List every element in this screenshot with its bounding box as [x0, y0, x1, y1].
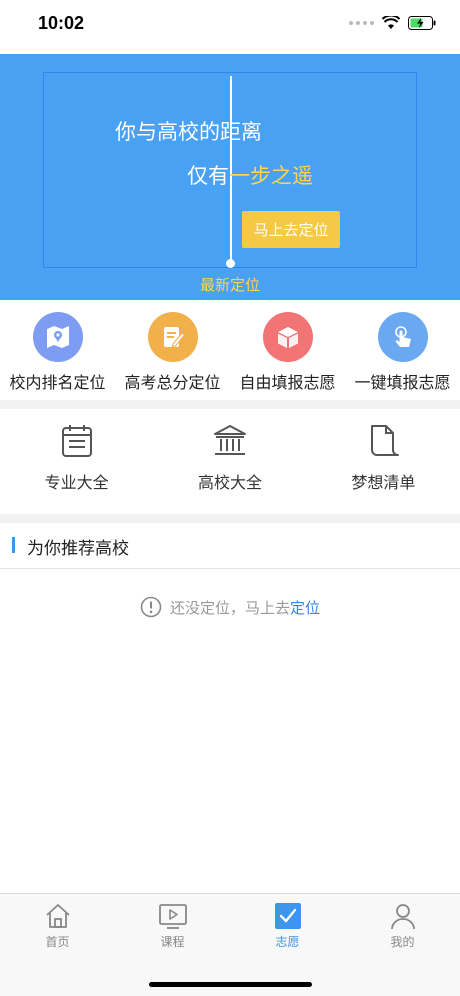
- checkbox-icon: [274, 903, 301, 929]
- recommend-header: 为你推荐高校: [0, 523, 460, 569]
- map-icon: [32, 312, 83, 362]
- calendar-list-icon: [61, 425, 92, 457]
- home-indicator[interactable]: [149, 982, 312, 987]
- battery-icon: [408, 16, 436, 30]
- tab-volunteer[interactable]: 志愿: [230, 894, 345, 996]
- tool-universities[interactable]: 高校大全: [153, 409, 306, 514]
- signal-icon: [349, 21, 374, 25]
- feature-one-click[interactable]: 一键填报志愿: [345, 300, 460, 400]
- feature-label: 高考总分定位: [124, 373, 221, 392]
- home-icon: [45, 904, 70, 928]
- tool-label: 专业大全: [44, 473, 109, 492]
- wifi-icon: [382, 16, 400, 29]
- banner-subtitle-highlight: 一步之遥: [229, 164, 313, 188]
- tab-label: 首页: [45, 935, 70, 949]
- banner-caption: 最新定位: [199, 276, 260, 294]
- tool-majors[interactable]: 专业大全: [0, 409, 153, 514]
- go-locate-button[interactable]: 马上去定位: [242, 211, 340, 248]
- status-time: 10:02: [38, 13, 85, 33]
- empty-state: 还没定位，马上去定位: [0, 596, 460, 618]
- tab-mine[interactable]: 我的: [345, 894, 460, 996]
- edit-icon: [147, 312, 198, 362]
- feature-school-rank[interactable]: 校内排名定位: [0, 300, 115, 400]
- tab-bar: 首页 课程 志愿 我的: [0, 893, 460, 996]
- empty-message: 还没定位，马上去: [169, 598, 290, 617]
- locate-banner[interactable]: 你与高校的距离 仅有一步之遥 马上去定位 最新定位: [0, 54, 460, 300]
- banner-title: 你与高校的距离: [115, 120, 262, 144]
- banner-subtitle: 仅有一步之遥: [187, 160, 313, 190]
- locate-link[interactable]: 定位: [290, 599, 320, 617]
- recommend-title: 为你推荐高校: [27, 539, 129, 559]
- banner-dot: [226, 259, 235, 268]
- tab-label: 志愿: [275, 935, 300, 949]
- tab-courses[interactable]: 课程: [115, 894, 230, 996]
- tab-label: 我的: [390, 935, 415, 949]
- tab-label: 课程: [160, 935, 185, 949]
- tap-icon: [377, 312, 428, 362]
- status-icons: [349, 16, 436, 30]
- section-marker: [12, 537, 15, 553]
- tab-home[interactable]: 首页: [0, 894, 115, 996]
- tool-label: 高校大全: [197, 473, 262, 492]
- status-bar: 10:02: [0, 0, 460, 54]
- feature-total-score[interactable]: 高考总分定位: [115, 300, 230, 400]
- section-divider: [0, 400, 460, 409]
- tool-dream-list[interactable]: 梦想清单: [307, 409, 460, 514]
- scroll-icon: [371, 425, 400, 456]
- empty-text: 还没定位，马上去定位: [170, 597, 320, 618]
- feature-label: 一键填报志愿: [354, 373, 451, 392]
- person-icon: [390, 904, 415, 930]
- section-divider: [0, 514, 460, 523]
- feature-label: 自由填报志愿: [239, 373, 336, 392]
- tool-grid: 专业大全 高校大全 梦想清单: [0, 409, 460, 514]
- feature-free-fill[interactable]: 自由填报志愿: [230, 300, 345, 400]
- banner-subtitle-prefix: 仅有: [187, 164, 229, 188]
- feature-label: 校内排名定位: [9, 373, 106, 392]
- info-icon: [140, 596, 162, 618]
- tool-label: 梦想清单: [351, 473, 416, 492]
- video-icon: [158, 904, 187, 929]
- cube-icon: [262, 312, 313, 362]
- university-icon: [213, 425, 246, 455]
- feature-grid: 校内排名定位 高考总分定位 自由填报志愿 一键填报志愿: [0, 300, 460, 400]
